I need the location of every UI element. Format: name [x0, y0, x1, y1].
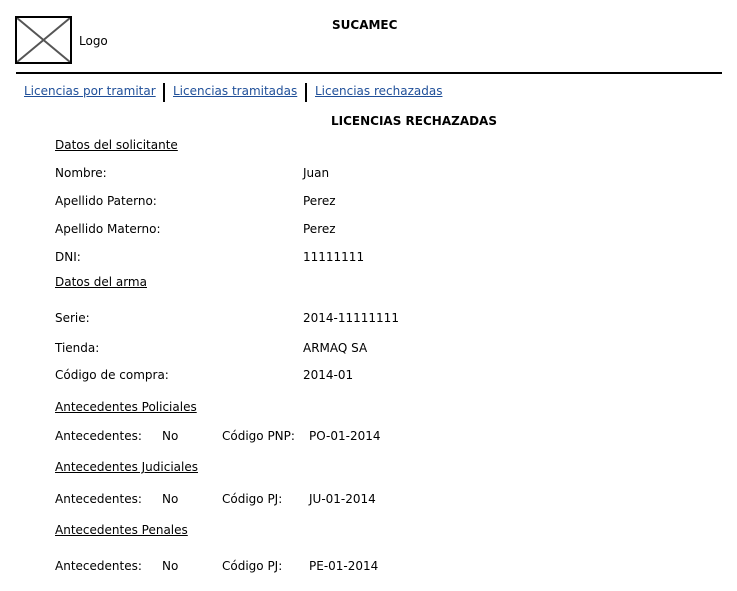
field-value-serie: 2014-11111111: [303, 311, 399, 325]
field-label-tienda: Tienda:: [55, 341, 100, 355]
field-label-apellido-paterno: Apellido Paterno:: [55, 194, 157, 208]
field-label-codigo-pj: Código PJ:: [222, 492, 283, 506]
field-value-codigo-pnp: PO-01-2014: [309, 429, 381, 443]
app-title: SUCAMEC: [332, 18, 398, 32]
field-value-antecedentes: No: [162, 492, 179, 506]
logo-image: [15, 16, 72, 64]
page-title: LICENCIAS RECHAZADAS: [331, 114, 497, 128]
header-divider: [16, 72, 722, 74]
nav-link-por-tramitar[interactable]: Licencias por tramitar: [24, 84, 156, 98]
nav-separator: [305, 83, 307, 102]
field-label-apellido-materno: Apellido Materno:: [55, 222, 161, 236]
field-label-nombre: Nombre:: [55, 166, 107, 180]
nav-licencias-tramitadas[interactable]: Licencias tramitadas: [173, 84, 297, 98]
field-value-tienda: ARMAQ SA: [303, 341, 368, 355]
field-value-dni: 11111111: [303, 250, 365, 264]
field-label-antecedentes: Antecedentes:: [55, 559, 142, 573]
field-label-antecedentes: Antecedentes:: [55, 429, 142, 443]
field-value-apellido-materno: Perez: [303, 222, 336, 236]
logo-label: Logo: [79, 34, 108, 48]
field-value-nombre: Juan: [303, 166, 330, 180]
field-label-antecedentes: Antecedentes:: [55, 492, 142, 506]
field-value-codigo-pj: PE-01-2014: [309, 559, 379, 573]
image-placeholder-icon: [17, 18, 70, 62]
section-heading-antecedentes-penales: Antecedentes Penales: [55, 523, 188, 537]
field-value-apellido-paterno: Perez: [303, 194, 336, 208]
field-label-codigo-pnp: Código PNP:: [222, 429, 295, 443]
section-heading-solicitante: Datos del solicitante: [55, 138, 178, 152]
section-heading-arma: Datos del arma: [55, 275, 147, 289]
section-heading-antecedentes-policiales: Antecedentes Policiales: [55, 400, 197, 414]
field-value-antecedentes: No: [162, 559, 179, 573]
nav-licencias-por-tramitar[interactable]: Licencias por tramitar: [24, 84, 156, 98]
nav-licencias-rechazadas[interactable]: Licencias rechazadas: [315, 84, 442, 98]
nav-link-tramitadas[interactable]: Licencias tramitadas: [173, 84, 297, 98]
field-value-codigo-pj: JU-01-2014: [309, 492, 376, 506]
field-label-serie: Serie:: [55, 311, 90, 325]
nav-separator: [163, 83, 165, 102]
field-label-codigo-pj: Código PJ:: [222, 559, 283, 573]
field-value-antecedentes: No: [162, 429, 179, 443]
nav-link-rechazadas[interactable]: Licencias rechazadas: [315, 84, 442, 98]
field-label-dni: DNI:: [55, 250, 81, 264]
field-label-codigo-compra: Código de compra:: [55, 368, 169, 382]
field-value-codigo-compra: 2014-01: [303, 368, 354, 382]
section-heading-antecedentes-judiciales: Antecedentes Judiciales: [55, 460, 198, 474]
